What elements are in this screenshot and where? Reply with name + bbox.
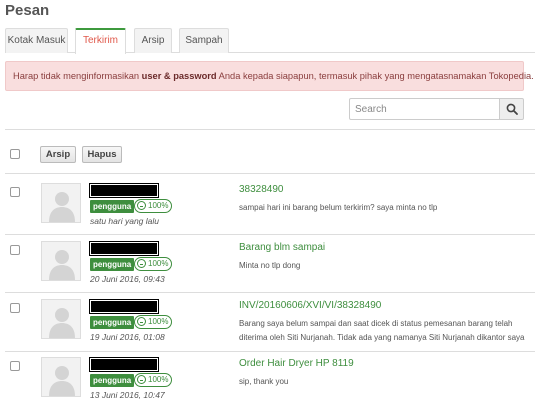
list-item[interactable]: pengguna 100% 19 Juni 2016, 01:08 INV/20… — [0, 299, 540, 357]
archive-button[interactable]: Arsip — [40, 146, 76, 163]
delete-button[interactable]: Hapus — [82, 146, 122, 163]
message-time: 20 Juni 2016, 09:43 — [90, 274, 165, 284]
message-snippet: sip, thank you — [239, 377, 289, 386]
page-title: Pesan — [5, 2, 50, 19]
reputation-badge: 100% — [134, 199, 173, 213]
row-checkbox[interactable] — [10, 303, 20, 313]
divider — [5, 351, 535, 352]
list-item[interactable]: pengguna 100% satu hari yang lalu 383284… — [0, 183, 540, 241]
message-time: 13 Juni 2016, 10:47 — [90, 390, 165, 400]
avatar — [41, 299, 81, 339]
smile-icon — [137, 375, 146, 384]
search-input[interactable] — [349, 98, 500, 120]
message-subject[interactable]: 38328490 — [239, 184, 284, 195]
security-alert: Harap tidak menginformasikan user & pass… — [5, 61, 534, 91]
divider — [5, 129, 535, 130]
tab-arsip[interactable]: Arsip — [134, 28, 172, 53]
message-time: satu hari yang lalu — [90, 216, 159, 226]
role-badge: pengguna — [90, 200, 135, 213]
tab-terkirim[interactable]: Terkirim — [75, 28, 126, 54]
smile-icon — [137, 317, 146, 326]
redacted-name — [89, 183, 159, 198]
divider — [5, 292, 535, 293]
smile-icon — [137, 201, 146, 210]
reputation-value: 100% — [148, 317, 169, 326]
reputation-badge: 100% — [134, 373, 173, 387]
message-subject[interactable]: Order Hair Dryer HP 8119 — [239, 358, 354, 369]
tab-kotak-masuk[interactable]: Kotak Masuk — [5, 28, 68, 53]
list-item[interactable]: pengguna 100% 13 Juni 2016, 10:47 Order … — [0, 357, 540, 403]
reputation-value: 100% — [148, 259, 169, 268]
redacted-name — [89, 241, 159, 256]
row-checkbox[interactable] — [10, 245, 20, 255]
search-icon — [506, 103, 518, 115]
message-subject[interactable]: INV/20160606/XVI/VI/38328490 — [239, 300, 381, 311]
redacted-name — [89, 357, 159, 372]
reputation-value: 100% — [148, 375, 169, 384]
row-checkbox[interactable] — [10, 361, 20, 371]
alert-suffix: Anda kepada siapapun, termasuk pihak yan… — [216, 71, 534, 81]
role-badge: pengguna — [90, 374, 135, 387]
avatar — [41, 241, 81, 281]
message-snippet: Minta no tlp dong — [239, 261, 301, 270]
role-badge: pengguna — [90, 258, 135, 271]
message-snippet: Barang saya belum sampai dan saat dicek … — [239, 319, 525, 342]
redacted-name — [89, 299, 159, 314]
alert-prefix: Harap tidak menginformasikan — [13, 71, 142, 81]
role-badge: pengguna — [90, 316, 135, 329]
message-snippet: sampai hari ini barang belum terkirim? s… — [239, 203, 438, 212]
user-icon — [49, 250, 75, 280]
reputation-value: 100% — [148, 201, 169, 210]
search-button[interactable] — [499, 98, 524, 120]
message-time: 19 Juni 2016, 01:08 — [90, 332, 165, 342]
user-icon — [49, 192, 75, 222]
message-subject[interactable]: Barang blm sampai — [239, 242, 325, 253]
list-item[interactable]: pengguna 100% 20 Juni 2016, 09:43 Barang… — [0, 241, 540, 299]
divider — [5, 234, 535, 235]
tab-sampah[interactable]: Sampah — [179, 28, 229, 53]
reputation-badge: 100% — [134, 315, 173, 329]
smile-icon — [137, 259, 146, 268]
search-box — [349, 98, 524, 120]
avatar — [41, 357, 81, 397]
divider — [5, 173, 535, 174]
reputation-badge: 100% — [134, 257, 173, 271]
alert-bold: user & password — [141, 71, 217, 81]
row-checkbox[interactable] — [10, 187, 20, 197]
user-icon — [49, 366, 75, 396]
user-icon — [49, 308, 75, 338]
select-all-checkbox[interactable] — [10, 149, 20, 159]
avatar — [41, 183, 81, 223]
message-tabs: Kotak Masuk Terkirim Arsip Sampah — [5, 28, 535, 54]
